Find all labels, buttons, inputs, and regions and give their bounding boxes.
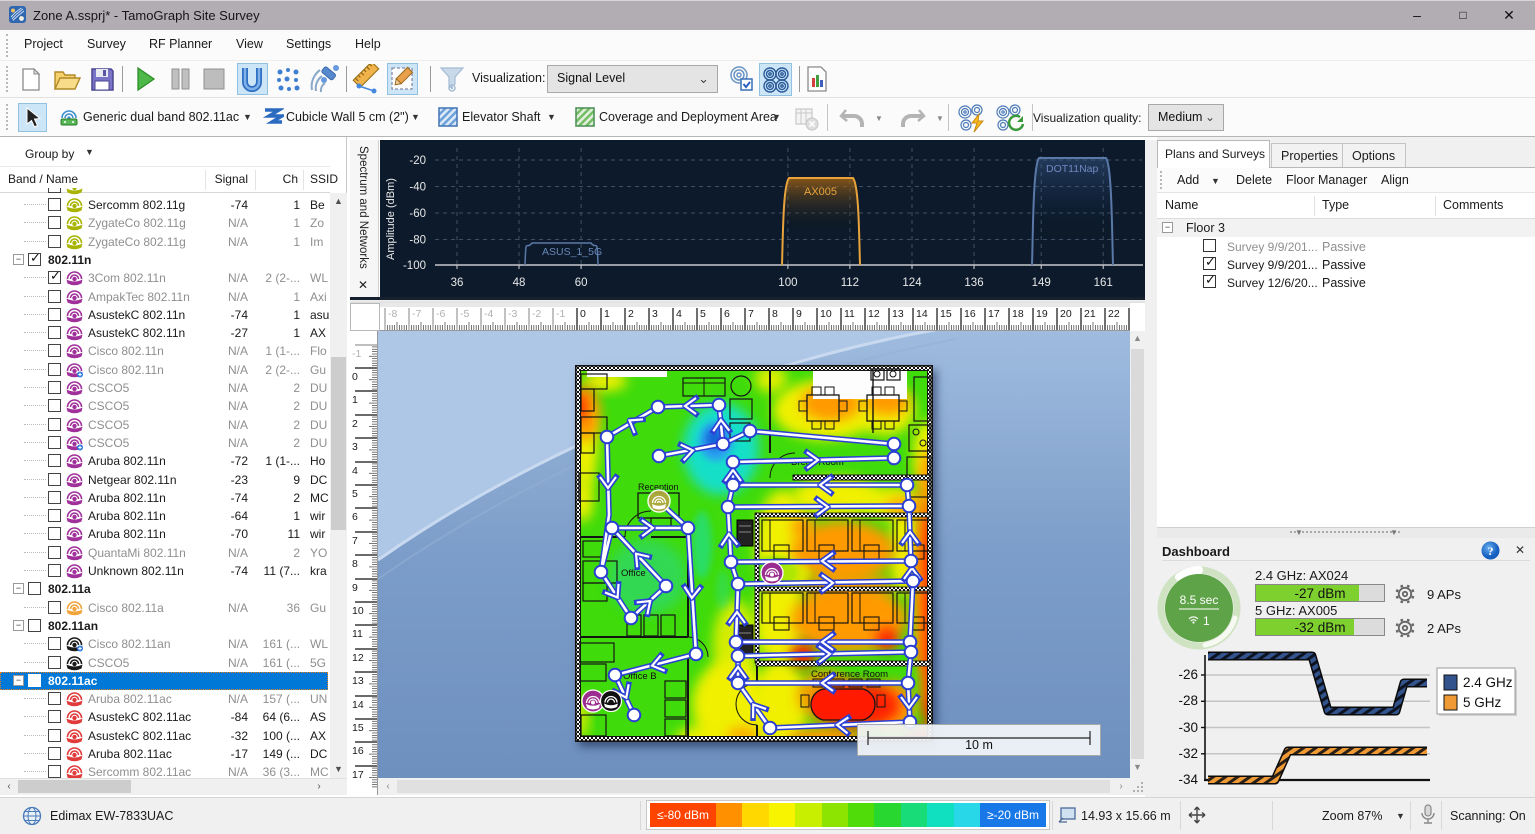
svg-text:Amplitude (dBm): Amplitude (dBm) [385, 178, 397, 260]
svg-text:16: 16 [964, 308, 976, 320]
svg-text:149: 149 [1032, 277, 1051, 289]
svg-text:10: 10 [820, 308, 832, 320]
svg-text:136: 136 [964, 277, 983, 289]
svg-text:6: 6 [352, 511, 358, 523]
svg-text:9: 9 [796, 308, 802, 320]
svg-text:11: 11 [352, 628, 363, 640]
svg-text:13: 13 [352, 675, 364, 687]
svg-text:-3: -3 [508, 308, 517, 320]
svg-text:5 GHz: 5 GHz [1463, 695, 1502, 710]
svg-text:7: 7 [748, 308, 754, 320]
svg-text:0: 0 [580, 308, 586, 320]
svg-text:-100: -100 [403, 260, 426, 272]
svg-text:-60: -60 [409, 208, 426, 220]
svg-text:15: 15 [940, 308, 952, 320]
svg-text:19: 19 [1036, 308, 1048, 320]
svg-text:16: 16 [352, 745, 364, 757]
svg-text:Office: Office [621, 568, 646, 579]
svg-text:124: 124 [902, 277, 922, 289]
svg-text:3: 3 [352, 441, 358, 453]
svg-text:22: 22 [1108, 308, 1120, 320]
svg-text:12: 12 [352, 652, 364, 664]
svg-text:-30: -30 [1178, 720, 1198, 735]
svg-text:14: 14 [352, 699, 364, 711]
svg-text:1: 1 [1203, 614, 1210, 628]
svg-text:2: 2 [628, 308, 634, 320]
svg-text:-32: -32 [1178, 746, 1198, 761]
svg-text:100: 100 [778, 277, 797, 289]
svg-text:-5: -5 [460, 308, 469, 320]
svg-text:0: 0 [352, 371, 358, 383]
svg-text:8: 8 [352, 558, 358, 570]
svg-text:-8: -8 [388, 308, 397, 320]
svg-text:-34: -34 [1178, 772, 1198, 787]
svg-text:3: 3 [652, 308, 658, 320]
svg-text:1: 1 [352, 394, 358, 406]
svg-text:-2: -2 [532, 308, 541, 320]
svg-text:11: 11 [844, 308, 855, 320]
svg-text:-6: -6 [436, 308, 445, 320]
svg-text:2: 2 [352, 418, 358, 430]
svg-text:7: 7 [352, 535, 358, 547]
svg-text:4: 4 [352, 465, 358, 477]
svg-text:9: 9 [352, 582, 358, 594]
svg-text:-26: -26 [1178, 667, 1198, 682]
svg-text:17: 17 [988, 308, 1000, 320]
svg-text:14: 14 [916, 308, 928, 320]
svg-text:10: 10 [352, 605, 364, 617]
svg-text:12: 12 [868, 308, 880, 320]
svg-text:-1: -1 [556, 308, 565, 320]
svg-text:-1: -1 [352, 348, 361, 360]
svg-text:2.4 GHz: 2.4 GHz [1463, 675, 1513, 690]
svg-text:?: ? [1488, 544, 1494, 558]
svg-text:48: 48 [513, 277, 526, 289]
svg-text:21: 21 [1084, 308, 1096, 320]
svg-text:8.5 sec: 8.5 sec [1180, 593, 1219, 607]
svg-text:-80: -80 [409, 235, 426, 247]
svg-text:-20: -20 [409, 155, 426, 167]
svg-text:15: 15 [352, 722, 364, 734]
svg-text:8: 8 [772, 308, 778, 320]
svg-text:6: 6 [724, 308, 730, 320]
svg-text:-4: -4 [484, 308, 493, 320]
svg-text:5: 5 [700, 308, 706, 320]
svg-text:36: 36 [451, 277, 464, 289]
svg-text:4: 4 [676, 308, 682, 320]
svg-text:112: 112 [841, 277, 859, 289]
svg-text:AX005: AX005 [804, 186, 837, 198]
svg-text:13: 13 [892, 308, 904, 320]
svg-text:1: 1 [604, 308, 610, 320]
svg-text:-28: -28 [1178, 693, 1198, 708]
svg-text:Conference Room: Conference Room [811, 669, 888, 680]
svg-text:20: 20 [1060, 308, 1072, 320]
svg-text:DOT11Nap: DOT11Nap [1046, 163, 1098, 175]
svg-text:10 m: 10 m [965, 738, 993, 752]
svg-text:161: 161 [1094, 277, 1113, 289]
svg-text:ASUS_1_5G: ASUS_1_5G [542, 246, 602, 258]
svg-text:18: 18 [1012, 308, 1024, 320]
svg-text:60: 60 [575, 277, 588, 289]
svg-text:-40: -40 [409, 182, 426, 194]
svg-text:17: 17 [352, 769, 364, 781]
svg-text:-7: -7 [412, 308, 421, 320]
svg-text:5: 5 [352, 488, 358, 500]
